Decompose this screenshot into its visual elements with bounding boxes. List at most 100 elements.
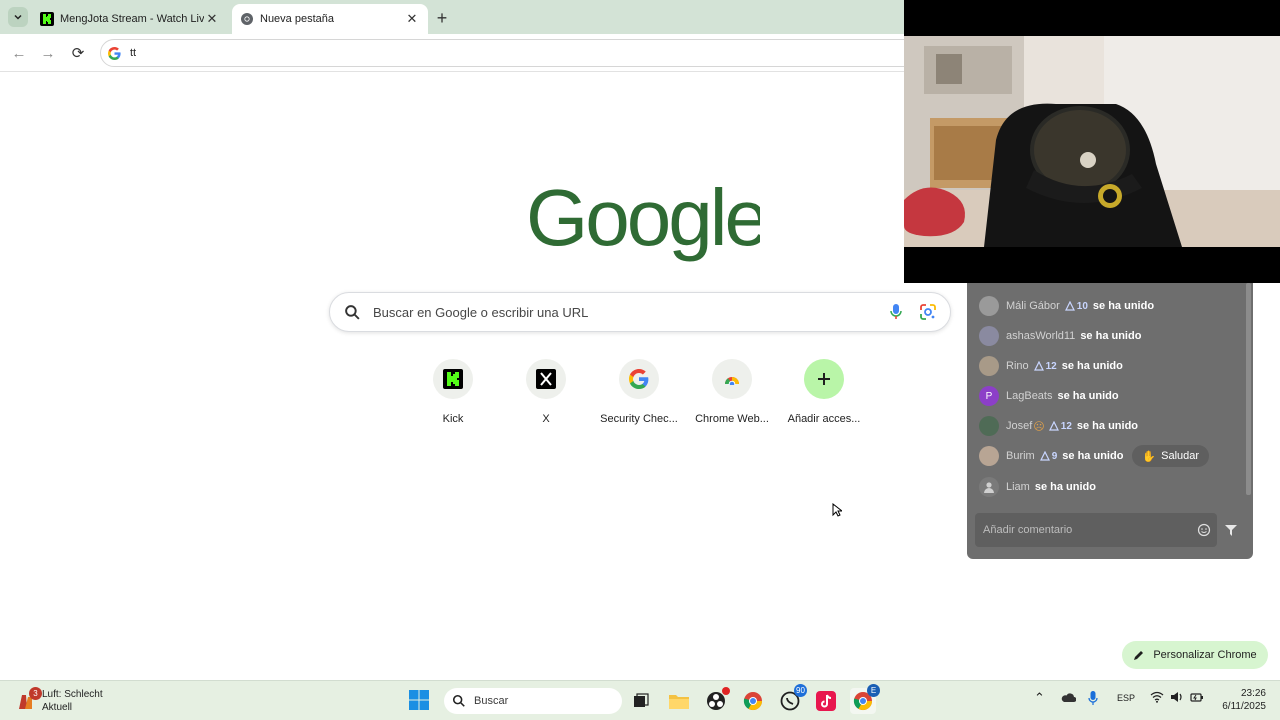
chat-message: Máli Gábor 10 se ha unido: [979, 295, 1154, 317]
tab-strip: MengJota Stream - Watch Live ✕ Nueva pes…: [0, 0, 904, 34]
chat-message: Rino 12 se ha unido: [979, 355, 1123, 377]
file-explorer-icon[interactable]: [666, 688, 692, 714]
tab-search-button[interactable]: [8, 7, 28, 27]
avatar: [979, 416, 999, 436]
webcam-video: [904, 0, 1280, 283]
onedrive-icon[interactable]: [1060, 691, 1077, 705]
microphone-icon[interactable]: [889, 303, 903, 321]
subscriber-badge-icon: [1039, 451, 1050, 461]
chat-message-text: se ha unido: [1034, 481, 1096, 493]
shortcut-chrome-web-store[interactable]: Chrome Web...: [686, 359, 778, 431]
battery-icon[interactable]: [1190, 691, 1204, 705]
close-tab-icon[interactable]: ✕: [204, 11, 220, 27]
subscriber-badge: 10: [1064, 300, 1088, 312]
back-arrow-icon[interactable]: ←: [8, 42, 30, 64]
shortcut-label: Chrome Web...: [695, 413, 769, 425]
address-bar[interactable]: tt: [100, 39, 920, 67]
shortcut-label: X: [542, 413, 550, 425]
tab-nueva-pestana[interactable]: Nueva pestaña ✕: [232, 4, 428, 34]
mouse-cursor-icon: [832, 503, 842, 517]
task-view-icon[interactable]: [628, 688, 654, 714]
screen: MengJota Stream - Watch Live ✕ Nueva pes…: [0, 0, 1280, 720]
windows-start-button[interactable]: [408, 689, 430, 716]
taskbar: 3 Luft: Schlecht Aktuell Buscar 90 E ⌃ E…: [0, 680, 1280, 720]
weather-widget[interactable]: 3 Luft: Schlecht Aktuell: [16, 686, 103, 716]
chrome-icon: [240, 12, 254, 26]
google-logo: Google: [520, 173, 769, 270]
chat-username[interactable]: Burim: [1006, 450, 1035, 462]
obs-icon[interactable]: [703, 687, 730, 714]
customize-chrome-button[interactable]: Personalizar Chrome: [1122, 641, 1268, 669]
saludar-label: Saludar: [1161, 450, 1200, 462]
chat-comment-input[interactable]: Añadir comentario: [975, 513, 1217, 547]
badge-count: 10: [1076, 300, 1088, 312]
subscriber-badge: 9: [1039, 450, 1058, 462]
whatsapp-icon[interactable]: 90: [777, 684, 807, 714]
chat-scrollbar[interactable]: [1246, 283, 1251, 495]
tab-title: Nueva pestaña: [260, 13, 334, 25]
weather-title: Luft: Schlecht: [42, 689, 103, 700]
weather-subtitle: Aktuell: [42, 702, 73, 713]
close-tab-icon[interactable]: ✕: [404, 11, 420, 27]
tab-mengjota[interactable]: MengJota Stream - Watch Live ✕: [32, 4, 228, 34]
weather-badge: 3: [29, 687, 42, 700]
taskbar-search[interactable]: Buscar: [444, 688, 622, 714]
tiktok-icon[interactable]: [813, 688, 839, 714]
chat-username[interactable]: Rino: [1006, 360, 1029, 372]
chat-username[interactable]: ashasWorld11: [1006, 330, 1075, 342]
system-clock[interactable]: 23:26 6/11/2025: [1214, 687, 1266, 713]
search-box[interactable]: Buscar en Google o escribir una URL: [329, 292, 951, 332]
badge-count: 9: [1051, 450, 1058, 462]
subscriber-badge: 12: [1033, 361, 1057, 372]
avatar: [979, 326, 999, 346]
emoji-icon[interactable]: [1197, 523, 1211, 537]
chat-username[interactable]: Máli Gábor: [1006, 300, 1060, 312]
reload-icon[interactable]: ⟳: [67, 42, 89, 64]
chat-username[interactable]: LagBeats: [1006, 390, 1052, 402]
chat-message: Burim 9 se ha unido ✋ Saludar: [979, 445, 1210, 467]
shortcut-security-check[interactable]: Security Chec...: [593, 359, 685, 431]
shortcut-x[interactable]: X: [500, 359, 592, 431]
forward-arrow-icon[interactable]: →: [37, 42, 59, 64]
show-hidden-icons-icon[interactable]: ⌃: [1034, 690, 1045, 706]
taskbar-search-label: Buscar: [474, 695, 509, 707]
subscriber-badge-icon: [1048, 421, 1059, 431]
chat-input-placeholder: Añadir comentario: [983, 524, 1073, 536]
google-lens-icon[interactable]: [919, 303, 937, 321]
svg-text:Google: Google: [526, 175, 760, 262]
avatar: [979, 477, 999, 497]
new-tab-plus-icon[interactable]: +: [432, 8, 452, 28]
shortcut-label: Añadir acces...: [787, 413, 861, 425]
chat-message: P LagBeats se ha unido: [979, 385, 1119, 407]
send-icon[interactable]: [1224, 523, 1238, 537]
chat-message: Liam se ha unido: [979, 476, 1096, 498]
shortcut-label: Security Chec...: [600, 413, 678, 425]
windows-icon: [409, 690, 429, 710]
emote-icon: ☹: [1033, 420, 1045, 433]
chat-message: Josef ☹ 12 se ha unido: [979, 415, 1138, 437]
whatsapp-badge: 90: [794, 684, 807, 697]
subscriber-badge-icon: [1064, 301, 1075, 311]
avatar: [979, 296, 999, 316]
search-icon: [345, 305, 360, 320]
chat-username[interactable]: Josef: [1006, 420, 1032, 432]
google-icon: [619, 359, 659, 399]
shortcut-add[interactable]: Añadir acces...: [778, 359, 870, 431]
chevron-down-icon: [14, 14, 22, 20]
chrome-icon[interactable]: [740, 688, 766, 714]
shortcut-kick[interactable]: Kick: [407, 359, 499, 431]
microphone-icon[interactable]: [1088, 690, 1098, 708]
language-indicator[interactable]: ESP: [1117, 693, 1135, 703]
chat-message: ashasWorld11 se ha unido: [979, 325, 1141, 347]
kick-icon: [433, 359, 473, 399]
chat-message-text: se ha unido: [1076, 420, 1139, 432]
chat-message-text: se ha unido: [1092, 300, 1155, 312]
chat-message-text: se ha unido: [1062, 450, 1124, 462]
clock-date: 6/11/2025: [1222, 701, 1266, 712]
volume-icon[interactable]: [1170, 691, 1184, 705]
chrome-active-icon[interactable]: E: [850, 684, 880, 714]
chat-username[interactable]: Liam: [1006, 481, 1030, 493]
wifi-icon[interactable]: [1150, 691, 1164, 705]
saludar-button[interactable]: ✋ Saludar: [1132, 445, 1210, 467]
toolbar: ← → ⟳ tt: [0, 34, 920, 72]
